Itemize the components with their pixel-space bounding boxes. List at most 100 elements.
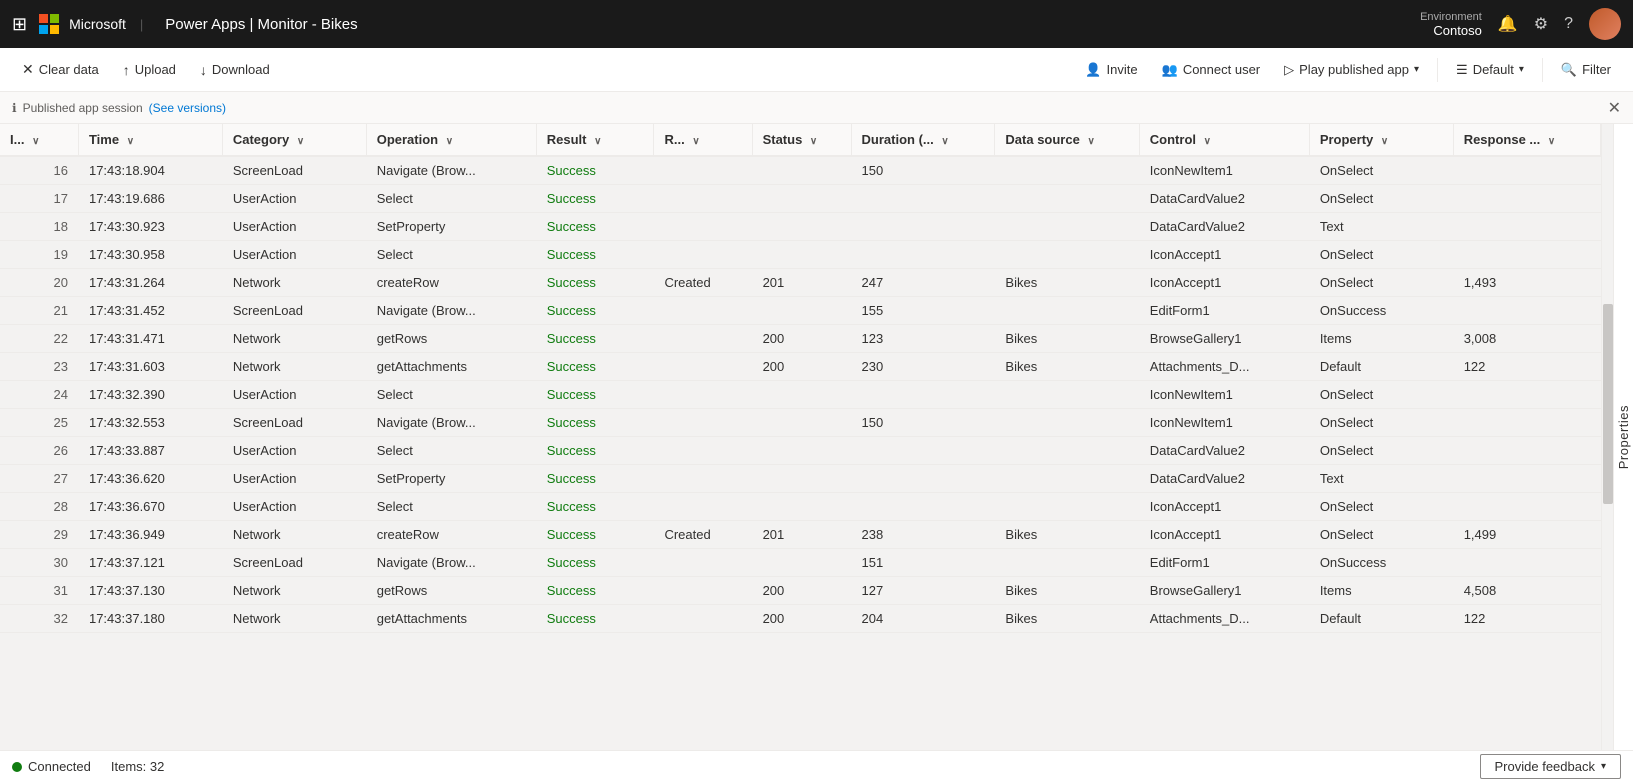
see-versions-link[interactable]: (See versions) [149,101,226,115]
table-row[interactable]: 3117:43:37.130NetworkgetRowsSuccess20012… [0,577,1601,605]
table-row[interactable]: 2217:43:31.471NetworkgetRowsSuccess20012… [0,325,1601,353]
col-status[interactable]: Status ∨ [752,124,851,156]
table-cell: Success [536,156,654,185]
clear-data-button[interactable]: ✕ Clear data [12,57,109,82]
col-property[interactable]: Property ∨ [1309,124,1453,156]
help-icon[interactable]: ? [1564,15,1573,33]
table-cell: 200 [752,605,851,633]
table-cell [995,409,1139,437]
session-info: ℹ Published app session (See versions) [12,101,226,115]
col-response[interactable]: Response ... ∨ [1453,124,1600,156]
list-icon: ☰ [1456,62,1468,78]
logo-blue [39,25,48,34]
table-wrapper: I... ∨ Time ∨ Category ∨ Operation ∨ Res… [0,124,1601,750]
table-cell: Success [536,213,654,241]
notification-icon[interactable]: 🔔 [1498,14,1518,34]
table-scroll[interactable]: I... ∨ Time ∨ Category ∨ Operation ∨ Res… [0,124,1601,750]
table-cell: 17:43:31.264 [78,269,222,297]
table-row[interactable]: 3217:43:37.180NetworkgetAttachmentsSucce… [0,605,1601,633]
data-table: I... ∨ Time ∨ Category ∨ Operation ∨ Res… [0,124,1601,633]
logo-yellow [50,25,59,34]
table-cell: 123 [851,325,995,353]
table-cell: ScreenLoad [222,297,366,325]
table-cell [654,325,752,353]
col-control[interactable]: Control ∨ [1139,124,1309,156]
table-cell [995,437,1139,465]
table-cell: Bikes [995,521,1139,549]
play-published-app-button[interactable]: ▷ Play published app ▾ [1274,58,1429,82]
table-cell: 151 [851,549,995,577]
default-chevron-icon: ▾ [1519,64,1524,75]
table-cell [654,381,752,409]
col-r[interactable]: R... ∨ [654,124,752,156]
settings-icon[interactable]: ⚙ [1534,14,1548,34]
table-row[interactable]: 2117:43:31.452ScreenLoadNavigate (Brow..… [0,297,1601,325]
filter-button[interactable]: 🔍 Filter [1551,58,1621,82]
table-row[interactable]: 1817:43:30.923UserActionSetPropertySucce… [0,213,1601,241]
table-cell: ScreenLoad [222,409,366,437]
table-row[interactable]: 3017:43:37.121ScreenLoadNavigate (Brow..… [0,549,1601,577]
table-row[interactable]: 2317:43:31.603NetworkgetAttachmentsSucce… [0,353,1601,381]
table-row[interactable]: 1617:43:18.904ScreenLoadNavigate (Brow..… [0,156,1601,185]
session-text: Published app session [23,101,143,115]
user-avatar[interactable] [1589,8,1621,40]
table-cell: IconAccept1 [1139,521,1309,549]
col-id[interactable]: I... ∨ [0,124,78,156]
table-cell: DataCardValue2 [1139,465,1309,493]
table-cell: OnSelect [1309,521,1453,549]
col-category[interactable]: Category ∨ [222,124,366,156]
table-row[interactable]: 2617:43:33.887UserActionSelectSuccessDat… [0,437,1601,465]
table-cell: IconNewItem1 [1139,409,1309,437]
table-cell: 18 [0,213,78,241]
table-cell [654,577,752,605]
table-cell: 17:43:32.553 [78,409,222,437]
table-cell [851,465,995,493]
table-cell: 3,008 [1453,325,1600,353]
upload-button[interactable]: ↑ Upload [113,58,186,82]
table-row[interactable]: 1917:43:30.958UserActionSelectSuccessIco… [0,241,1601,269]
table-cell [752,297,851,325]
table-cell [752,241,851,269]
waffle-icon[interactable]: ⊞ [12,14,27,35]
col-datasource[interactable]: Data source ∨ [995,124,1139,156]
col-time[interactable]: Time ∨ [78,124,222,156]
scroll-thumb[interactable] [1603,304,1613,504]
table-row[interactable]: 2917:43:36.949NetworkcreateRowSuccessCre… [0,521,1601,549]
table-cell [995,241,1139,269]
table-cell: Success [536,353,654,381]
microsoft-logo: Microsoft [39,14,126,34]
col-result[interactable]: Result ∨ [536,124,654,156]
col-duration[interactable]: Duration (... ∨ [851,124,995,156]
invite-button[interactable]: 👤 Invite [1075,58,1147,82]
table-cell: BrowseGallery1 [1139,577,1309,605]
table-row[interactable]: 2417:43:32.390UserActionSelectSuccessIco… [0,381,1601,409]
default-button[interactable]: ☰ Default ▾ [1446,58,1534,82]
properties-sidebar[interactable]: Properties [1613,124,1633,750]
connect-user-button[interactable]: 👥 Connect user [1152,58,1271,82]
table-cell [995,549,1139,577]
download-label: Download [212,62,270,77]
table-cell [752,549,851,577]
table-row[interactable]: 2017:43:31.264NetworkcreateRowSuccessCre… [0,269,1601,297]
table-row[interactable]: 2817:43:36.670UserActionSelectSuccessIco… [0,493,1601,521]
download-button[interactable]: ↓ Download [190,58,280,82]
col-operation[interactable]: Operation ∨ [366,124,536,156]
table-cell: Network [222,269,366,297]
table-cell [654,156,752,185]
table-cell: 200 [752,577,851,605]
session-close-icon[interactable]: ✕ [1608,98,1621,118]
table-row[interactable]: 2717:43:36.620UserActionSetPropertySucce… [0,465,1601,493]
upload-label: Upload [135,62,176,77]
items-text: Items: 32 [111,759,164,774]
table-cell: Navigate (Brow... [366,409,536,437]
table-row[interactable]: 2517:43:32.553ScreenLoadNavigate (Brow..… [0,409,1601,437]
vertical-scrollbar[interactable] [1601,124,1613,750]
table-cell [1453,156,1600,185]
table-cell: Default [1309,605,1453,633]
table-row[interactable]: 1717:43:19.686UserActionSelectSuccessDat… [0,185,1601,213]
feedback-button[interactable]: Provide feedback ▾ [1480,754,1621,779]
table-cell: UserAction [222,465,366,493]
table-cell: OnSelect [1309,409,1453,437]
table-cell [995,493,1139,521]
table-cell: Success [536,409,654,437]
